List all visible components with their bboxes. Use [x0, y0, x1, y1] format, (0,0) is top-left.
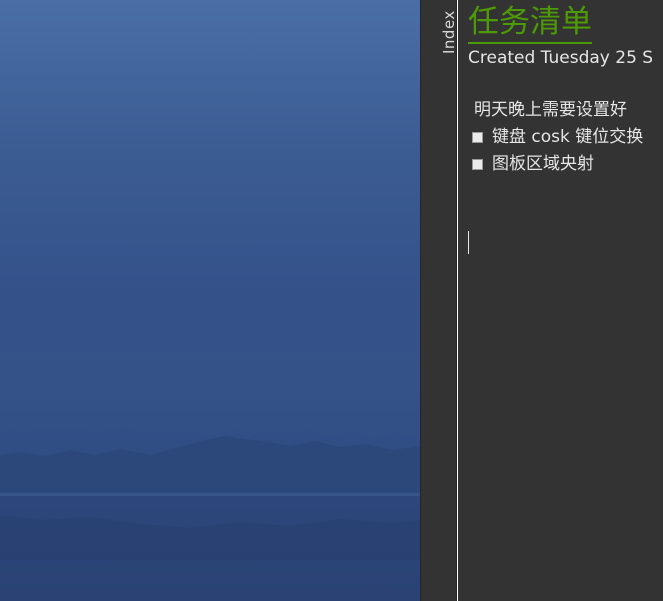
- note-heading: 明天晚上需要设置好: [474, 100, 627, 120]
- misty-lake-scene: [0, 300, 420, 601]
- task-label: 键盘 cosk 键位交换: [492, 127, 644, 147]
- created-date-line: Created Tuesday 25 S: [468, 48, 654, 68]
- task-checkbox[interactable]: [472, 132, 483, 143]
- index-tab-label: Index: [440, 10, 458, 54]
- side-panel-tab-strip: Index: [420, 0, 458, 601]
- index-tab[interactable]: Index: [427, 2, 458, 54]
- page-title: 任务清单: [468, 2, 592, 44]
- desktop-wallpaper: [0, 0, 420, 601]
- text-cursor: [468, 231, 469, 254]
- task-checkbox[interactable]: [472, 159, 483, 170]
- page-editor[interactable]: 任务清单 Created Tuesday 25 S 明天晚上需要设置好 键盘 c…: [458, 0, 663, 601]
- task-label: 图板区域央射: [492, 154, 594, 174]
